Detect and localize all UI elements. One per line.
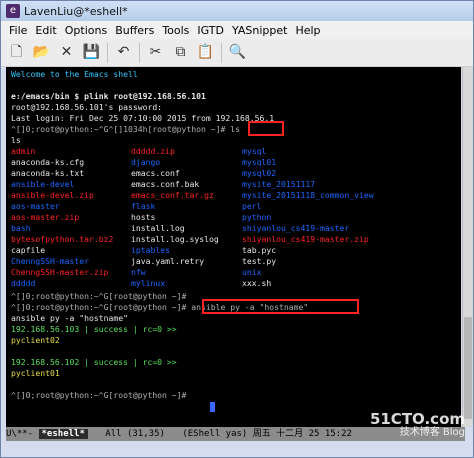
51cto-watermark: 51CTO.com 技术博客 Blog — [369, 410, 465, 438]
ls-entry: install.log — [131, 223, 185, 233]
terminal-line: ansible py -a "hostname" — [11, 313, 128, 323]
ls-entry: install.log.syslog — [131, 234, 219, 244]
ls-entry: aos-master — [11, 201, 60, 211]
terminal-line: pyclient02 — [11, 335, 60, 345]
menu-edit[interactable]: Edit — [35, 24, 56, 37]
terminal-line: ^[]0;root@python:~^G^[]1034h[root@python… — [11, 124, 241, 134]
ls-entry: unix — [242, 267, 262, 277]
ls-entry: ddddd.zip — [131, 146, 175, 156]
terminal-line: 192.168.56.103 | success | rc=0 >> — [11, 324, 177, 334]
menu-buffers[interactable]: Buffers — [115, 24, 154, 37]
terminal-line: root@192.168.56.101's password: — [11, 102, 163, 112]
ls-entry: mysql01 — [242, 157, 277, 167]
ls-entry: xxx.sh — [242, 278, 272, 288]
ls-entry: emacs.conf — [131, 168, 180, 178]
toolbar: 🗋 📂 ✕ 💾 ↶ ✂ ⧉ 📋 🔍 — [1, 39, 473, 67]
ls-entry: ansible-devel.zip — [11, 190, 94, 200]
modeline-state: U\**- — [6, 429, 34, 439]
undo-icon[interactable]: ↶ — [114, 43, 133, 62]
ls-entry: tab.pyc — [242, 245, 277, 255]
terminal-line: ls — [11, 135, 21, 145]
ls-entry: bash — [11, 223, 31, 233]
menu-options[interactable]: Options — [65, 24, 107, 37]
vertical-scrollbar[interactable] — [462, 67, 473, 427]
ls-entry: test.py — [242, 256, 277, 266]
ls-entry: hosts — [131, 212, 156, 222]
ls-entry: java.yaml.retry — [131, 256, 205, 266]
terminal-line: ^[]0;root@python:~^G[root@python ~]# — [11, 291, 187, 301]
terminal-line: 192.168.56.102 | success | rc=0 >> — [11, 357, 177, 367]
ls-entry: mysite_20151117 — [242, 179, 316, 189]
terminal-line: pyclient01 — [11, 368, 60, 378]
ls-entry: ChenngSSH-master — [11, 256, 89, 266]
terminal-line: Last login: Fri Dec 25 07:10:00 2015 fro… — [11, 113, 275, 123]
menu-help[interactable]: Help — [295, 24, 320, 37]
menu-file[interactable]: File — [9, 24, 27, 37]
emacs-window: e LavenLiu@*eshell* File Edit Options Bu… — [0, 0, 474, 458]
window-title: LavenLiu@*eshell* — [24, 4, 128, 18]
terminal-line: ^[]0;root@python:~^G[root@python ~]# — [11, 390, 187, 400]
ls-entry: capfile — [11, 245, 46, 255]
ls-entry: mysite_20151118_common_view — [242, 190, 374, 200]
ls-entry: nfw — [131, 267, 146, 277]
text-cursor — [210, 402, 215, 412]
menu-igtd[interactable]: IGTD — [197, 24, 224, 37]
ls-entry: mylinux — [131, 278, 166, 288]
close-icon[interactable]: ✕ — [57, 43, 76, 62]
new-file-icon[interactable]: 🗋 — [7, 43, 26, 62]
toolbar-separator — [139, 42, 140, 63]
modeline-buffer: *eshell* — [38, 429, 88, 439]
ls-entry: admin — [11, 146, 36, 156]
ls-entry: anaconda-ks.txt — [11, 168, 85, 178]
ls-entry: flask — [131, 201, 156, 211]
title-bar: e LavenLiu@*eshell* — [1, 1, 473, 21]
ls-entry: mysql — [242, 146, 267, 156]
search-icon[interactable]: 🔍 — [228, 43, 247, 62]
ls-entry: mysql02 — [242, 168, 277, 178]
ls-entry: bytesofpython.tar.bz2 — [11, 234, 114, 244]
paste-icon[interactable]: 📋 — [196, 43, 215, 62]
ls-entry: ddddd — [11, 278, 36, 288]
ls-entry: shiyanlou_cs419-master — [242, 223, 350, 233]
toolbar-separator — [107, 42, 108, 63]
ansible-command-highlight-box — [202, 299, 359, 314]
ls-entry: iptables — [131, 245, 170, 255]
save-icon[interactable]: 💾 — [82, 43, 101, 62]
ls-entry: perl — [242, 201, 262, 211]
ls-entry: emacs_conf.tar.gz — [131, 190, 214, 200]
ls-entry: emacs.conf.bak — [131, 179, 200, 189]
ls-entry: django — [131, 157, 161, 167]
menu-bar: File Edit Options Buffers Tools IGTD YAS… — [1, 21, 473, 39]
menu-yasnippet[interactable]: YASnippet — [232, 24, 287, 37]
ls-entry: shiyanlou_cs419-master.zip — [242, 234, 369, 244]
eshell-terminal[interactable]: Welcome to the Emacs shell e:/emacs/bin … — [6, 67, 461, 427]
terminal-line: Welcome to the Emacs shell — [11, 69, 138, 79]
menu-tools[interactable]: Tools — [162, 24, 189, 37]
ls-highlight-box — [248, 121, 284, 136]
cut-icon[interactable]: ✂ — [146, 43, 165, 62]
open-folder-icon[interactable]: 📂 — [32, 43, 51, 62]
scrollbar-thumb[interactable] — [464, 317, 472, 419]
modeline-position: All (31,35) — [105, 429, 165, 439]
terminal-line: e:/emacs/bin $ plink root@192.168.56.101 — [11, 91, 206, 101]
emacs-app-icon: e — [6, 4, 20, 18]
modeline-mode: (EShell yas) 周五 十二月 25 15:22 — [182, 429, 352, 439]
ls-entry: anaconda-ks.cfg — [11, 157, 85, 167]
toolbar-separator — [221, 42, 222, 63]
ls-entry: ansible-devel — [11, 179, 75, 189]
ls-entry: python — [242, 212, 272, 222]
copy-icon[interactable]: ⧉ — [171, 43, 190, 62]
ls-entry: ChenngSSH-master.zip — [11, 267, 109, 277]
ls-entry: aos-master.zip — [11, 212, 80, 222]
